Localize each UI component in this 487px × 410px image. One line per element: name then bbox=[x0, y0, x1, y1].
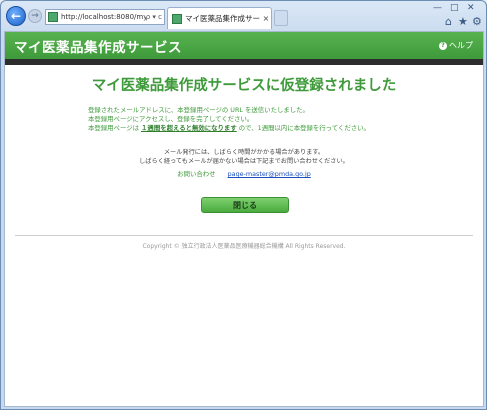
expiry-warning: １週間を超えると無効になります bbox=[141, 124, 237, 132]
help-label: ヘルプ bbox=[449, 41, 473, 50]
gear-icon[interactable]: ⚙ bbox=[472, 15, 482, 28]
message-line-1: 登録されたメールアドレスに、本登録用ページの URL を送信いたしました。 bbox=[88, 106, 309, 114]
header-band bbox=[5, 59, 483, 65]
contact-email-link[interactable]: page-master@pmda.go.jp bbox=[228, 170, 311, 178]
message-line-3-post: ので、1週間以内に本登録を行ってください。 bbox=[238, 124, 370, 132]
message-line-2: 本登録用ページにアクセスし、登録を完了してください。 bbox=[88, 115, 254, 123]
window-close-button[interactable]: ✕ bbox=[467, 3, 475, 13]
new-tab-button[interactable] bbox=[274, 10, 288, 26]
browser-toolbar: ← → http://localhost:8080/mypa ρ ▾ c マイ医… bbox=[1, 1, 486, 31]
window-minimize-button[interactable]: — bbox=[433, 3, 442, 13]
address-url[interactable]: http://localhost:8080/mypa bbox=[61, 13, 146, 21]
tab-title: マイ医薬品集作成サービ... bbox=[185, 14, 261, 23]
back-button[interactable]: ← bbox=[6, 6, 26, 26]
home-icon[interactable]: ⌂ bbox=[445, 15, 452, 28]
tab-close-icon[interactable]: × bbox=[261, 14, 271, 23]
browser-tab-active[interactable]: マイ医薬品集作成サービ... × bbox=[167, 7, 272, 29]
help-link[interactable]: ? ヘルプ bbox=[439, 40, 473, 51]
address-bar[interactable]: http://localhost:8080/mypa ρ ▾ c bbox=[45, 9, 165, 25]
address-actions-icon[interactable]: ρ ▾ c bbox=[146, 13, 164, 21]
page-favicon-icon bbox=[48, 12, 58, 22]
tab-favicon-icon bbox=[172, 13, 182, 24]
note-line-1: メール発行には、しばらく時間がかかる場合があります。 bbox=[163, 149, 325, 156]
message-line-3-pre: 本登録用ページは bbox=[88, 124, 139, 132]
help-icon: ? bbox=[439, 41, 447, 50]
contact-label: お問い合わせ bbox=[177, 170, 216, 178]
site-title: マイ医薬品集作成サービス bbox=[14, 39, 182, 56]
window-maximize-button[interactable]: □ bbox=[450, 3, 459, 13]
note-line-2: しばらく経ってもメールが届かない場合は下記までお問い合わせください。 bbox=[139, 158, 349, 165]
message-line-3: 本登録用ページは １週間を超えると無効になります ので、1週間以内に本登録を行っ… bbox=[88, 123, 370, 132]
page-viewport: マイ医薬品集作成サービス ? ヘルプ マイ医薬品集作成サービスに仮登録されました… bbox=[4, 31, 484, 407]
browser-window: ← → http://localhost:8080/mypa ρ ▾ c マイ医… bbox=[0, 0, 487, 410]
footer-divider bbox=[15, 235, 473, 236]
close-button[interactable]: 閉じる bbox=[201, 197, 289, 213]
copyright-text: Copyright © 独立行政法人医薬品医療機器総合機構 All Rights… bbox=[142, 243, 346, 250]
page-title: マイ医薬品集作成サービスに仮登録されました bbox=[91, 78, 397, 94]
star-icon[interactable]: ★ bbox=[458, 15, 468, 28]
contact-row: お問い合わせ page-master@pmda.go.jp bbox=[5, 169, 483, 178]
forward-button[interactable]: → bbox=[28, 9, 42, 23]
site-header: マイ医薬品集作成サービス ? ヘルプ bbox=[5, 32, 483, 59]
